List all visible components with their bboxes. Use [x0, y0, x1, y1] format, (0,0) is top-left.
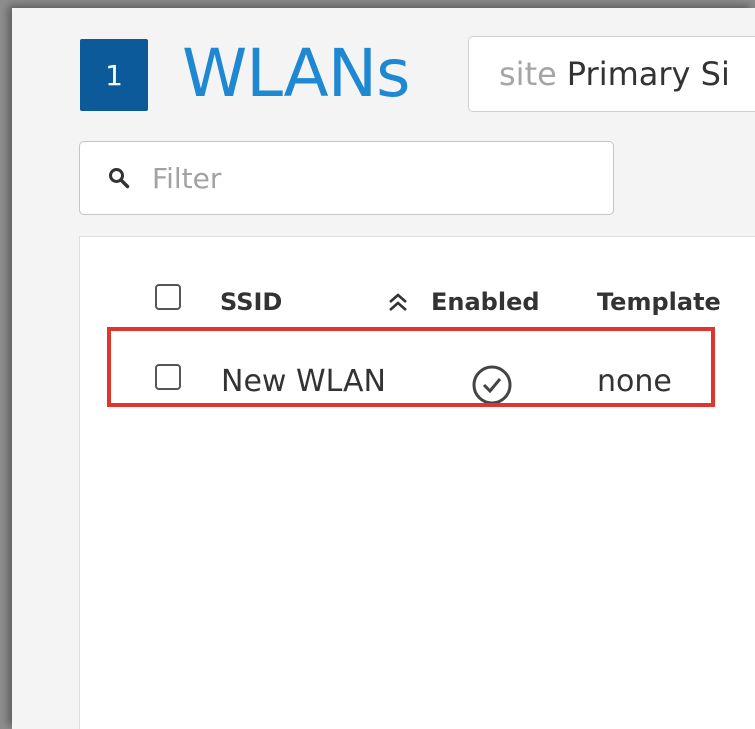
filter-box[interactable]: [79, 141, 614, 215]
template-cell: none: [597, 364, 672, 399]
site-selector-label: site: [499, 55, 557, 93]
check-circle-icon: [472, 365, 512, 405]
ssid-cell[interactable]: New WLAN: [221, 364, 386, 399]
row-checkbox[interactable]: [155, 364, 181, 390]
wlans-page: 1 WLANs site Primary Si SSID Enabled Tem…: [12, 8, 755, 729]
column-header-ssid[interactable]: SSID: [220, 288, 282, 316]
search-icon: [108, 167, 130, 189]
column-header-enabled[interactable]: Enabled: [431, 288, 540, 316]
page-title: WLANs: [182, 35, 410, 112]
site-selector[interactable]: site Primary Si: [468, 36, 755, 112]
site-selector-value: Primary Si: [566, 55, 730, 93]
column-header-template[interactable]: Template: [597, 288, 721, 316]
filter-input[interactable]: [152, 161, 552, 195]
wlan-count: 1: [105, 58, 123, 92]
sort-ascending-icon[interactable]: [386, 291, 410, 315]
wlan-table: SSID Enabled Template New WLAN none: [79, 236, 755, 729]
select-all-checkbox[interactable]: [155, 284, 181, 310]
wlan-count-badge: 1: [80, 39, 148, 111]
